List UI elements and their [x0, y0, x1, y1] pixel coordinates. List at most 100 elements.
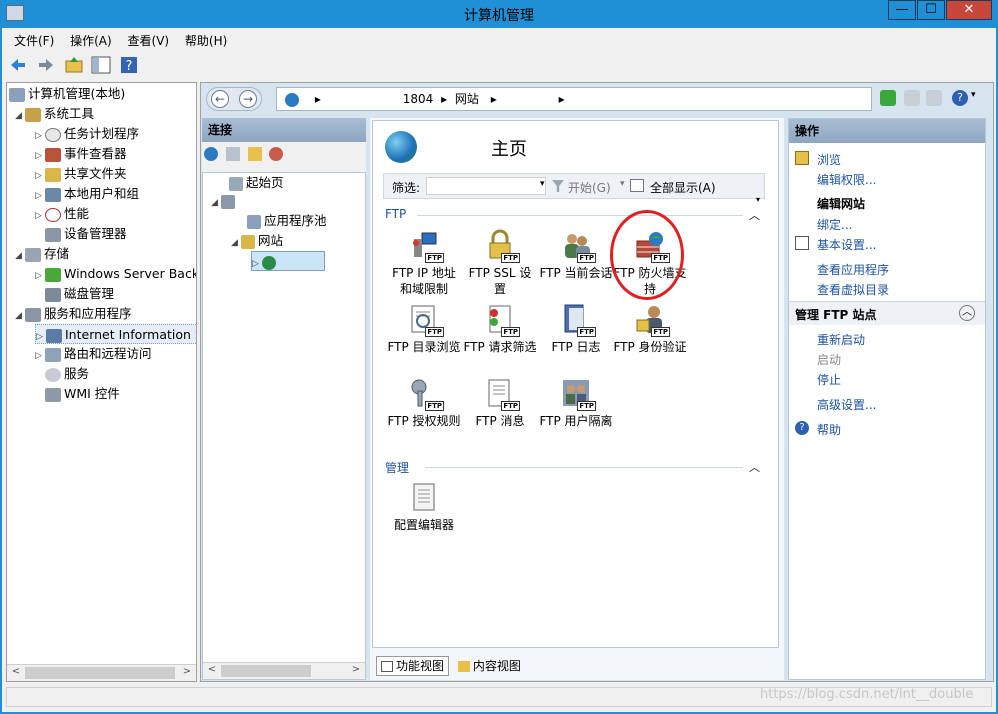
tree-item-local-users[interactable]: ▷ 本地用户和组: [35, 184, 139, 204]
action-basic-settings[interactable]: 基本设置...: [817, 236, 876, 253]
collapse-icon[interactable]: ◢: [231, 233, 241, 253]
action-restart[interactable]: 重新启动: [817, 331, 865, 348]
back-forward-buttons[interactable]: ← →: [206, 87, 262, 111]
scrollbar-thumb[interactable]: [25, 667, 175, 679]
conn-item-sites[interactable]: ◢ 网站: [231, 231, 283, 251]
help-icon[interactable]: ?: [952, 90, 968, 106]
scroll-right-icon[interactable]: >: [180, 666, 194, 677]
forward-arrow-icon[interactable]: [36, 55, 56, 75]
disconnect-icon[interactable]: [269, 146, 284, 161]
tree-item-services-apps[interactable]: ◢ 服务和应用程序: [15, 304, 132, 324]
forward-arrow-icon[interactable]: →: [239, 90, 257, 108]
feature-ftp-ssl-settings[interactable]: FTP FTP SSL 设置: [463, 229, 537, 297]
start-button[interactable]: 开始(G): [568, 179, 611, 196]
menu-file[interactable]: 文件(F): [8, 31, 60, 51]
tree-item-device-manager[interactable]: 设备管理器: [45, 224, 127, 244]
action-bindings[interactable]: 绑定...: [817, 216, 852, 233]
scroll-left-icon[interactable]: <: [9, 666, 23, 677]
feature-configuration-editor[interactable]: 配置编辑器: [387, 481, 461, 533]
scroll-right-icon[interactable]: >: [349, 664, 363, 675]
collapse-icon[interactable]: ◢: [211, 193, 221, 213]
menu-action[interactable]: 操作(A): [64, 31, 118, 51]
breadcrumb-node[interactable]: 1804: [403, 92, 434, 106]
show-all-button[interactable]: 全部显示(A): [650, 179, 716, 196]
feature-ftp-user-isolation[interactable]: FTP FTP 用户隔离: [539, 377, 613, 429]
tree-item-performance[interactable]: ▷ 性能: [35, 204, 89, 224]
tree-item-iis[interactable]: ▷ Internet Information S: [35, 324, 196, 344]
home-icon[interactable]: [926, 90, 942, 106]
scrollbar-thumb[interactable]: [221, 665, 311, 677]
expand-icon[interactable]: ▷: [35, 126, 45, 146]
feature-ftp-current-sessions[interactable]: FTP FTP 当前会话: [539, 229, 613, 281]
group-header-manage[interactable]: 管理: [385, 459, 409, 476]
tree-item-root[interactable]: 计算机管理(本地): [9, 84, 125, 104]
tree-item-wmi[interactable]: WMI 控件: [45, 384, 120, 404]
scroll-down-icon[interactable]: ▾: [756, 195, 766, 205]
feature-ftp-directory-browsing[interactable]: FTP FTP 目录浏览: [387, 303, 461, 355]
menu-help[interactable]: 帮助(H): [179, 31, 233, 51]
tree-item-windows-server-backup[interactable]: ▷ Windows Server Back: [35, 264, 196, 286]
minimize-button[interactable]: —: [888, 0, 916, 20]
collapse-group-icon[interactable]: ︿: [749, 459, 760, 475]
collapse-icon[interactable]: ◢: [15, 106, 25, 126]
feature-ftp-messages[interactable]: FTP FTP 消息: [463, 377, 537, 429]
expand-icon[interactable]: ▷: [35, 146, 45, 166]
conn-item-ftp-site[interactable]: ▷: [251, 251, 325, 271]
tree-horizontal-scrollbar[interactable]: < >: [7, 664, 196, 681]
conn-item-start-page[interactable]: 起始页: [229, 173, 284, 193]
conn-item-app-pools[interactable]: 应用程序池: [247, 211, 327, 231]
tab-features-view[interactable]: 功能视图: [376, 656, 450, 676]
action-edit-permissions[interactable]: 编辑权限...: [817, 171, 876, 188]
dropdown-arrow-icon[interactable]: ▾: [620, 179, 625, 189]
maximize-button[interactable]: ☐: [917, 0, 945, 20]
expand-icon[interactable]: ▷: [35, 186, 45, 206]
expand-icon[interactable]: ▷: [35, 346, 45, 366]
breadcrumb-sites[interactable]: 网站: [455, 92, 479, 106]
conn-item-server[interactable]: ◢: [211, 191, 238, 211]
dropdown-arrow-icon[interactable]: ▾: [971, 90, 976, 100]
up-folder-icon[interactable]: [247, 146, 262, 161]
action-advanced-settings[interactable]: 高级设置...: [817, 396, 876, 413]
tree-item-event-viewer[interactable]: ▷ 事件查看器: [35, 144, 127, 164]
tree-item-task-scheduler[interactable]: ▷ 任务计划程序: [35, 124, 139, 144]
tree-item-storage[interactable]: ◢ 存储: [15, 244, 69, 264]
expand-icon[interactable]: ▷: [35, 206, 45, 226]
help-icon[interactable]: ?: [119, 55, 139, 75]
dropdown-arrow-icon[interactable]: ▾: [540, 179, 545, 189]
menu-view[interactable]: 查看(V): [122, 31, 176, 51]
action-view-virtual-directories[interactable]: 查看虚拟目录: [817, 281, 889, 298]
back-arrow-icon[interactable]: ←: [211, 90, 229, 108]
close-button[interactable]: ✕: [946, 0, 992, 20]
collapse-group-icon[interactable]: ︿: [749, 207, 760, 223]
collapse-icon[interactable]: ◢: [15, 306, 25, 326]
stop-icon[interactable]: [904, 90, 920, 106]
action-stop[interactable]: 停止: [817, 371, 841, 388]
show-hide-tree-icon[interactable]: [91, 55, 111, 75]
feature-ftp-ip-restrictions[interactable]: FTP FTP IP 地址和域限制: [387, 229, 461, 297]
collapse-icon[interactable]: ◢: [15, 246, 25, 266]
feature-ftp-authentication[interactable]: FTP FTP 身份验证: [613, 303, 687, 355]
address-path[interactable]: ▸ 1804 ▸ 网站 ▸ ▸: [276, 87, 872, 111]
feature-ftp-authorization-rules[interactable]: FTP FTP 授权规则: [387, 377, 461, 429]
save-icon[interactable]: [225, 146, 240, 161]
action-help[interactable]: 帮助: [817, 421, 841, 438]
scroll-left-icon[interactable]: <: [205, 664, 219, 675]
tree-item-system-tools[interactable]: ◢ 系统工具: [15, 104, 94, 124]
feature-ftp-logging[interactable]: FTP FTP 日志: [539, 303, 613, 355]
expand-icon[interactable]: ▷: [35, 266, 45, 286]
filter-input[interactable]: [426, 177, 546, 195]
tree-item-shared-folders[interactable]: ▷ 共享文件夹: [35, 164, 127, 184]
tab-content-view[interactable]: 内容视图: [453, 656, 526, 676]
expand-icon[interactable]: ▷: [252, 254, 262, 274]
connect-icon[interactable]: [204, 146, 218, 161]
up-folder-icon[interactable]: [64, 55, 84, 75]
back-arrow-icon[interactable]: [8, 55, 28, 75]
collapse-section-icon[interactable]: ︿: [959, 305, 975, 321]
action-view-applications[interactable]: 查看应用程序: [817, 261, 889, 278]
connections-horizontal-scrollbar[interactable]: < >: [203, 662, 365, 679]
feature-ftp-request-filtering[interactable]: FTP FTP 请求筛选: [463, 303, 537, 355]
tree-item-routing[interactable]: ▷ 路由和远程访问: [35, 344, 152, 364]
expand-icon[interactable]: ▷: [35, 166, 45, 186]
refresh-icon[interactable]: [880, 90, 896, 106]
action-browse[interactable]: 浏览: [817, 151, 841, 168]
